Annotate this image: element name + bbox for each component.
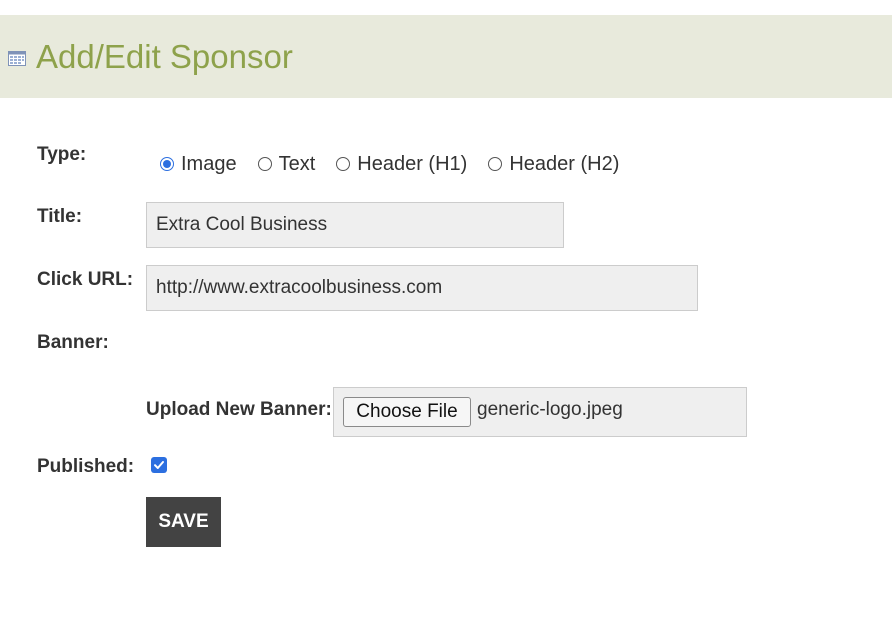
published-checkbox[interactable] [151, 457, 167, 473]
page-header: Add/Edit Sponsor [0, 15, 892, 98]
radio-button-text[interactable] [257, 157, 272, 171]
banner-label: Banner: [37, 332, 109, 353]
type-option-header-h2[interactable]: Header (H2) [488, 153, 619, 176]
type-option-label: Text [278, 152, 316, 175]
type-option-label: Image [181, 152, 237, 175]
radio-button-image[interactable] [160, 157, 174, 171]
calendar-icon [8, 51, 26, 66]
selected-file-name: generic-logo.jpeg [477, 399, 623, 420]
radio-button-header-h2[interactable] [488, 157, 503, 171]
type-option-header-h1[interactable]: Header (H1) [336, 153, 467, 176]
upload-banner-label: Upload New Banner: [146, 399, 332, 420]
type-label: Type: [37, 144, 87, 165]
page-title: Add/Edit Sponsor [36, 38, 293, 75]
title-field[interactable] [146, 202, 564, 248]
click-url-label: Click URL: [37, 269, 134, 290]
type-option-label: Header (H1) [357, 152, 468, 175]
file-upload-field[interactable]: Choose File generic-logo.jpeg [333, 387, 747, 437]
radio-button-header-h1[interactable] [336, 157, 351, 171]
type-option-label: Header (H2) [509, 152, 620, 175]
title-label: Title: [37, 206, 83, 227]
choose-file-button[interactable]: Choose File [343, 397, 471, 427]
type-radio-group: Image Text Header (H1) Header (H2) [160, 150, 640, 178]
type-option-image[interactable]: Image [160, 153, 237, 176]
click-url-field[interactable] [146, 265, 698, 311]
checkmark-icon [154, 461, 164, 469]
type-option-text[interactable]: Text [257, 152, 316, 176]
published-label: Published: [37, 456, 135, 477]
save-button[interactable]: SAVE [146, 497, 221, 547]
